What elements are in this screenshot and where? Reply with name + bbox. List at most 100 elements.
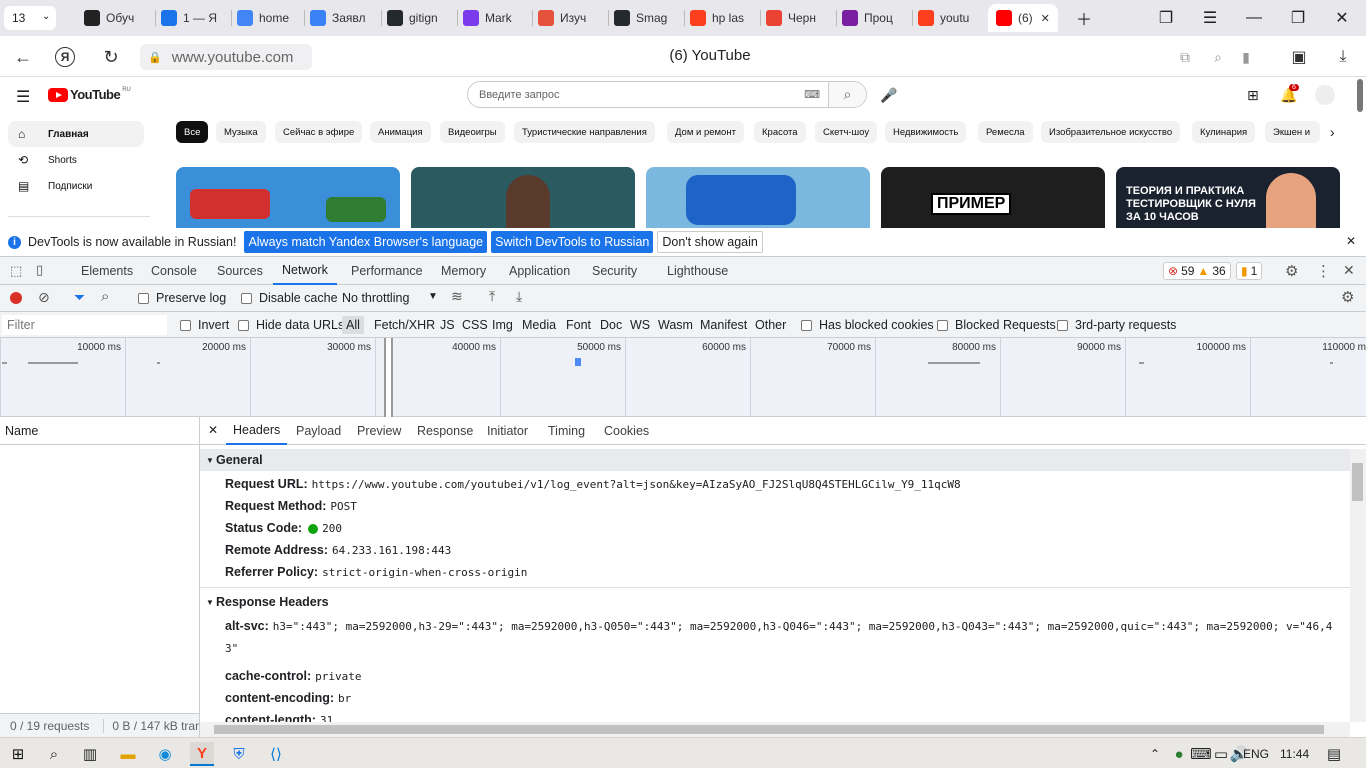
browser-tab[interactable]: Изуч [538, 4, 602, 32]
browser-tab[interactable]: youtu [918, 4, 982, 32]
language-indicator[interactable]: ENG [1243, 747, 1269, 761]
filter-type-css[interactable]: CSS [458, 312, 492, 338]
chip[interactable]: Скетч-шоу [815, 121, 878, 143]
blocked-requests-checkbox[interactable]: Blocked Requests [937, 312, 1056, 338]
browser-tab[interactable]: Smag [614, 4, 678, 32]
chip[interactable]: Изобразительное искусство [1041, 121, 1181, 143]
dont-show-again-button[interactable]: Don't show again [657, 231, 763, 253]
browser-tab[interactable]: Заявл [310, 4, 374, 32]
clear-icon[interactable]: ⊘ [38, 289, 50, 306]
chip[interactable]: Экшен и [1265, 121, 1320, 143]
chevron-right-icon[interactable]: › [1330, 124, 1335, 140]
network-conditions-icon[interactable]: ≋ [451, 288, 463, 305]
chip[interactable]: Музыка [216, 121, 266, 143]
close-infobar-icon[interactable]: ✕ [1346, 234, 1356, 248]
issues-button[interactable]: ▮ 1 [1236, 262, 1263, 280]
filter-type-fetch-xhr[interactable]: Fetch/XHR [370, 312, 439, 338]
close-details-icon[interactable]: ✕ [208, 423, 218, 437]
search-button[interactable]: ⌕ [828, 82, 866, 107]
sidebar-item-shorts[interactable]: ⟲ Shorts [8, 147, 144, 173]
scrollbar-thumb[interactable] [214, 725, 1324, 734]
browser-tab[interactable]: home [237, 4, 301, 32]
search-icon[interactable]: ⌕ [42, 742, 66, 766]
network-settings-icon[interactable]: ⚙ [1341, 288, 1354, 306]
chip[interactable]: Красота [754, 121, 806, 143]
network-overview-timeline[interactable]: 10000 ms 20000 ms 30000 ms 40000 ms 50000 ms… [0, 338, 1366, 417]
throttling-select[interactable]: No throttling [342, 291, 409, 305]
blocked-cookies-checkbox[interactable]: Has blocked cookies [801, 312, 934, 338]
chip[interactable]: Ремесла [978, 121, 1033, 143]
invert-checkbox[interactable]: Invert [180, 312, 229, 338]
restore-icon[interactable]: ❐ [1278, 0, 1318, 36]
keyboard-icon[interactable]: ⌨ [804, 88, 820, 101]
timeline-selection-handle[interactable] [384, 338, 393, 417]
export-har-icon[interactable]: ⤓ [516, 288, 522, 305]
filter-icon[interactable]: ⏷ [74, 289, 85, 306]
general-section-header[interactable]: ▼ General [200, 449, 1350, 471]
browser-tab[interactable]: Обуч [84, 4, 148, 32]
device-toolbar-icon[interactable]: ▯ [36, 262, 43, 278]
response-headers-section-header[interactable]: ▼ Response Headers [200, 591, 1350, 613]
clock[interactable]: 11:44 [1280, 747, 1309, 761]
details-tab-preview[interactable]: Preview [350, 417, 408, 445]
create-video-icon[interactable]: ⊞ [1247, 87, 1259, 104]
edge-icon[interactable]: ◉ [153, 742, 177, 766]
chip[interactable]: Все [176, 121, 209, 143]
browser-tab[interactable]: Проц [842, 4, 906, 32]
video-thumbnail[interactable] [176, 167, 400, 228]
extensions-icon[interactable]: ▣ [1286, 44, 1312, 70]
console-counts-button[interactable]: ⊗ 59 ▲ 36 [1163, 262, 1231, 280]
tab-youtube-active[interactable]: (6) ✕ [988, 4, 1058, 32]
record-icon[interactable] [10, 292, 22, 304]
chip[interactable]: Сейчас в эфире [275, 121, 363, 143]
tab-counter-button[interactable]: 13 ⌄ [4, 6, 56, 30]
chip[interactable]: Кулинария [1192, 121, 1256, 143]
minimize-icon[interactable]: — [1234, 0, 1274, 36]
switch-to-russian-button[interactable]: Switch DevTools to Russian [491, 231, 654, 253]
details-tab-timing[interactable]: Timing [541, 417, 592, 445]
settings-gear-icon[interactable]: ⚙ [1285, 262, 1298, 280]
filter-type-img[interactable]: Img [488, 312, 517, 338]
tab-sources[interactable]: Sources [208, 257, 272, 285]
tray-app-icon[interactable]: ● [1167, 742, 1191, 766]
disable-cache-checkbox[interactable]: Disable cache [241, 291, 338, 305]
browser-tab[interactable]: Mark [463, 4, 527, 32]
tab-application[interactable]: Application [500, 257, 579, 285]
details-tab-initiator[interactable]: Initiator [480, 417, 535, 445]
filter-type-doc[interactable]: Doc [596, 312, 626, 338]
tab-performance[interactable]: Performance [342, 257, 432, 285]
chip[interactable]: Туристические направления [514, 121, 655, 143]
chip[interactable]: Недвижимость [885, 121, 967, 143]
filter-type-media[interactable]: Media [518, 312, 560, 338]
close-tab-icon[interactable]: ✕ [1041, 12, 1050, 25]
chip[interactable]: Дом и ремонт [667, 121, 744, 143]
task-view-icon[interactable]: ▥ [78, 742, 102, 766]
inspect-element-icon[interactable]: ⬚ [10, 263, 22, 279]
filter-type-manifest[interactable]: Manifest [696, 312, 751, 338]
filter-type-other[interactable]: Other [751, 312, 790, 338]
more-options-icon[interactable]: ⋮ [1316, 262, 1331, 280]
browser-tab[interactable]: Черн [766, 4, 830, 32]
search-icon[interactable]: ⌕ [101, 288, 109, 305]
tab-elements[interactable]: Elements [72, 257, 142, 285]
browser-tab[interactable]: gitign [387, 4, 451, 32]
yandex-browser-icon[interactable]: Y [190, 742, 214, 766]
video-thumbnail[interactable]: ПРИМЕР [881, 167, 1105, 228]
filter-type-ws[interactable]: WS [626, 312, 654, 338]
chevron-up-icon[interactable]: ⌃ [1143, 742, 1167, 766]
preserve-log-checkbox[interactable]: Preserve log [138, 291, 226, 305]
details-tab-response[interactable]: Response [410, 417, 480, 445]
share-icon[interactable]: ⧉ [1172, 44, 1198, 70]
chip[interactable]: Анимация [370, 121, 431, 143]
horizontal-scrollbar[interactable] [200, 722, 1350, 737]
download-icon[interactable]: ⤓ [1330, 44, 1356, 70]
close-window-icon[interactable]: ✕ [1322, 0, 1362, 36]
import-har-icon[interactable]: ⤒ [489, 288, 495, 305]
scrollbar-thumb[interactable] [1352, 463, 1363, 501]
tab-security[interactable]: Security [583, 257, 646, 285]
new-tab-button[interactable]: ＋ [1064, 0, 1104, 36]
details-scrollbar[interactable] [1350, 449, 1366, 722]
details-tab-cookies[interactable]: Cookies [597, 417, 656, 445]
filter-type-all[interactable]: All [342, 316, 364, 334]
tab-console[interactable]: Console [142, 257, 206, 285]
